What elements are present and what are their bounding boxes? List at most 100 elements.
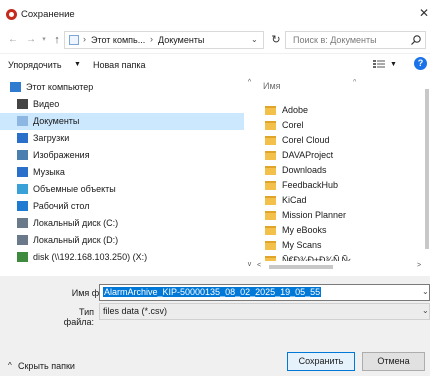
close-button[interactable]: ✕ — [418, 6, 430, 20]
help-icon[interactable]: ? — [414, 57, 427, 70]
save-button[interactable]: Сохранить — [287, 352, 355, 371]
app-icon — [6, 9, 17, 20]
folder-icon — [265, 256, 276, 261]
sidebar-item[interactable]: disk (\\192.168.103.250) (X:) — [0, 249, 244, 266]
file-list-vertical-scrollbar[interactable] — [424, 79, 430, 261]
folder-icon — [265, 241, 276, 250]
scrollbar-thumb[interactable] — [425, 89, 429, 249]
sidebar-item-label: Этот компьютер — [26, 82, 94, 92]
sidebar-item[interactable]: Видео — [0, 96, 244, 113]
sidebar-item-label: Видео — [33, 99, 60, 109]
downloads-icon — [17, 133, 28, 143]
desktop-icon — [17, 201, 28, 211]
list-item[interactable]: Mission Planner — [265, 208, 425, 224]
toolbar-divider — [0, 53, 430, 54]
sidebar-item[interactable]: Рабочий стол — [0, 198, 244, 215]
file-name: My Scans — [282, 240, 322, 250]
search-input[interactable]: Поиск в: Документы — [285, 31, 426, 49]
scroll-down-arrow-icon[interactable]: v — [244, 261, 255, 271]
chevron-up-icon[interactable]: ^ — [8, 361, 12, 370]
hide-folders-toggle[interactable]: Скрыть папки — [18, 361, 75, 371]
folder-icon — [265, 226, 276, 235]
list-item[interactable]: My eBooks — [265, 223, 425, 239]
sidebar-item-label: Загрузки — [33, 133, 70, 143]
refresh-icon[interactable]: ↻ — [269, 31, 283, 49]
list-item[interactable]: Corel — [265, 118, 425, 134]
list-item[interactable]: DAVAProject — [265, 148, 425, 164]
music-icon — [17, 167, 28, 177]
folder-icon — [265, 106, 276, 115]
sidebar-item-label: Локальный диск (C:) — [33, 218, 119, 228]
file-name: My eBooks — [282, 225, 327, 235]
folder-icon — [265, 136, 276, 145]
filename-chevron-down-icon[interactable]: ⌄ — [422, 287, 429, 296]
file-name: DAVAProject — [282, 150, 334, 160]
sidebar-item[interactable]: Изображения — [0, 147, 244, 164]
new-folder-button[interactable]: Новая папка — [93, 58, 145, 72]
file-name: Mission Planner — [282, 210, 347, 220]
sidebar-item[interactable]: Объемные объекты — [0, 181, 244, 198]
address-bar[interactable]: › Этот компь... › Документы ⌄ — [64, 31, 264, 49]
drive-d-icon — [17, 235, 28, 245]
scroll-left-arrow-icon[interactable]: < — [257, 262, 261, 269]
scrollbar-thumb[interactable] — [269, 265, 333, 269]
cancel-button[interactable]: Отмена — [362, 352, 425, 371]
sidebar-item-label: Изображения — [33, 150, 90, 160]
scroll-right-arrow-icon[interactable]: > — [417, 262, 421, 269]
list-item[interactable]: Ñ€Ð¾Ð±Ð¾Ñ‚Ñ‹ — [265, 253, 425, 261]
forward-arrow-icon[interactable]: → — [25, 33, 37, 47]
folder-icon — [265, 211, 276, 220]
list-item[interactable]: FeedbackHub — [265, 178, 425, 194]
filename-input[interactable]: AlarmArchive_KIP-50000135_08_02_2025_19_… — [99, 284, 430, 301]
file-list-pane[interactable]: Имя ^ Adobe Corel Corel Cloud DAVAProject Do… — [257, 79, 425, 261]
organize-button[interactable]: Упорядочить — [8, 58, 62, 72]
filetype-select[interactable]: files data (*.csv) ⌄ — [99, 303, 430, 320]
sidebar-item[interactable]: Загрузки — [0, 130, 244, 147]
breadcrumb-separator-icon: › — [150, 34, 153, 44]
breadcrumb-separator-icon: › — [83, 34, 86, 44]
view-chevron-down-icon[interactable]: ▼ — [390, 58, 397, 72]
filetype-value: files data (*.csv) — [103, 306, 168, 316]
sort-ascending-icon: ^ — [353, 79, 357, 86]
navigation-scrollbar[interactable]: ^ v — [244, 79, 255, 270]
sidebar-item-label: Локальный диск (D:) — [33, 235, 119, 245]
recent-locations-chevron-icon[interactable]: ▾ — [40, 33, 48, 47]
back-arrow-icon[interactable]: ← — [7, 33, 19, 47]
address-dropdown-chevron-icon[interactable]: ⌄ — [251, 35, 258, 44]
list-item[interactable]: KiCad — [265, 193, 425, 209]
file-name: Corel — [282, 120, 304, 130]
file-list-horizontal-scrollbar[interactable]: < > — [257, 262, 427, 271]
sidebar-item[interactable]: Этот компьютер — [0, 79, 244, 96]
pictures-icon — [17, 150, 28, 160]
column-header-name[interactable]: Имя — [263, 81, 281, 91]
sidebar-item[interactable]: Документы — [0, 113, 244, 130]
up-arrow-icon[interactable]: ↑ — [51, 33, 63, 47]
folder-icon — [265, 181, 276, 190]
sidebar-item[interactable]: Музыка — [0, 164, 244, 181]
filetype-chevron-down-icon[interactable]: ⌄ — [422, 306, 429, 315]
list-item[interactable]: Adobe — [265, 103, 425, 119]
sidebar-item[interactable]: Локальный диск (C:) — [0, 215, 244, 232]
sidebar-item-label: Объемные объекты — [33, 184, 116, 194]
list-item[interactable]: Downloads — [265, 163, 425, 179]
sidebar-item[interactable]: Локальный диск (D:) — [0, 232, 244, 249]
computer-icon — [10, 82, 21, 92]
list-item[interactable]: My Scans — [265, 238, 425, 254]
folder-icon — [265, 166, 276, 175]
organize-chevron-down-icon[interactable]: ▼ — [74, 58, 81, 72]
breadcrumb-this-pc[interactable]: Этот компь... — [91, 35, 145, 45]
folder-icon — [265, 196, 276, 205]
drive-c-icon — [17, 218, 28, 228]
filename-value[interactable]: AlarmArchive_KIP-50000135_08_02_2025_19_… — [103, 287, 322, 297]
list-item[interactable]: Corel Cloud — [265, 133, 425, 149]
breadcrumb-documents[interactable]: Документы — [158, 35, 204, 45]
sidebar-item[interactable]: adds (\\192.168.11.240) (Z:) — [0, 266, 244, 269]
scroll-up-arrow-icon[interactable]: ^ — [244, 79, 255, 89]
view-options-icon[interactable] — [372, 57, 386, 71]
file-name: Corel Cloud — [282, 135, 330, 145]
navigation-pane[interactable]: Этот компьютер Видео Документы Загрузки Изоб… — [0, 79, 255, 269]
folder-icon — [265, 151, 276, 160]
video-icon — [17, 99, 28, 109]
folder-location-icon — [69, 35, 79, 45]
window-title: Сохранение — [21, 9, 75, 20]
